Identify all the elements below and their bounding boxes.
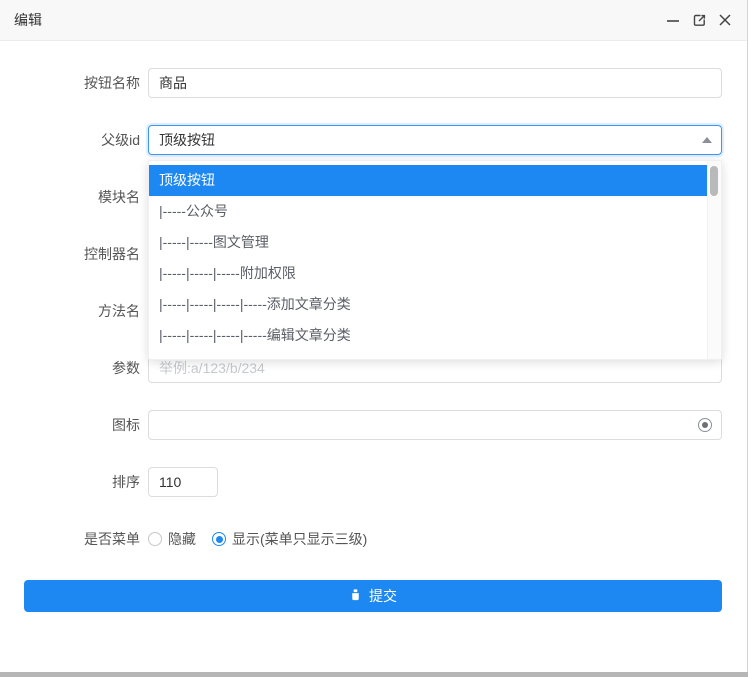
dropdown-option[interactable]: |-----|-----|-----|-----添加文章分类 [149,289,707,320]
radio-show-label: 显示(菜单只显示三级) [232,529,367,549]
submit-button[interactable]: 提交 [24,580,722,612]
field-label-button-name: 按钮名称 [0,68,140,98]
minimize-icon [666,13,680,27]
field-label-method-name: 方法名 [0,296,140,326]
field-label-is-menu: 是否菜单 [0,524,140,554]
sort-input[interactable] [148,467,218,497]
dropdown-option[interactable]: |-----公众号 [149,196,707,227]
submit-label: 提交 [369,586,397,606]
dropdown-scrollbar-thumb[interactable] [710,166,718,196]
icon-input[interactable] [148,410,722,440]
minimize-button[interactable] [660,7,686,33]
titlebar: 编辑 [0,0,748,41]
dropdown-scrollbar-track [707,161,721,359]
edit-dialog: 编辑 [0,0,748,677]
button-name-input[interactable] [148,68,722,98]
field-label-controller-name: 控制器名 [0,239,140,269]
arrow-up-icon[interactable] [702,137,712,143]
pen-icon [349,588,362,604]
field-label-params: 参数 [0,353,140,383]
radio-hide[interactable]: 隐藏 [148,529,196,549]
window-bottom-edge [0,672,748,677]
restore-icon [692,13,707,28]
icon-picker-icon[interactable] [698,418,712,432]
is-menu-radio-group: 隐藏 显示(菜单只显示三级) [148,524,367,554]
dropdown-option[interactable]: |-----|-----|-----|-----编辑文章分类 [149,320,707,351]
dropdown-option[interactable]: 顶级按钮 [149,165,707,196]
close-icon [718,13,732,27]
dialog-title: 编辑 [14,0,42,40]
maximize-button[interactable] [686,7,712,33]
field-label-icon: 图标 [0,410,140,440]
dropdown-option[interactable]: |-----|-----|-----附加权限 [149,258,707,289]
dropdown-option[interactable]: |-----|-----图文管理 [149,227,707,258]
window-controls [660,0,738,40]
parent-id-select[interactable] [148,125,722,155]
radio-show[interactable]: 显示(菜单只显示三级) [212,529,367,549]
field-label-module-name: 模块名 [0,182,140,212]
radio-hide-label: 隐藏 [168,529,196,549]
field-label-sort: 排序 [0,467,140,497]
parent-id-dropdown: 顶级按钮 |-----公众号 |-----|-----图文管理 |-----|-… [148,160,722,360]
field-label-parent-id: 父级id [0,125,140,155]
radio-dot-icon [212,532,226,546]
radio-circle-icon [148,532,162,546]
close-button[interactable] [712,7,738,33]
